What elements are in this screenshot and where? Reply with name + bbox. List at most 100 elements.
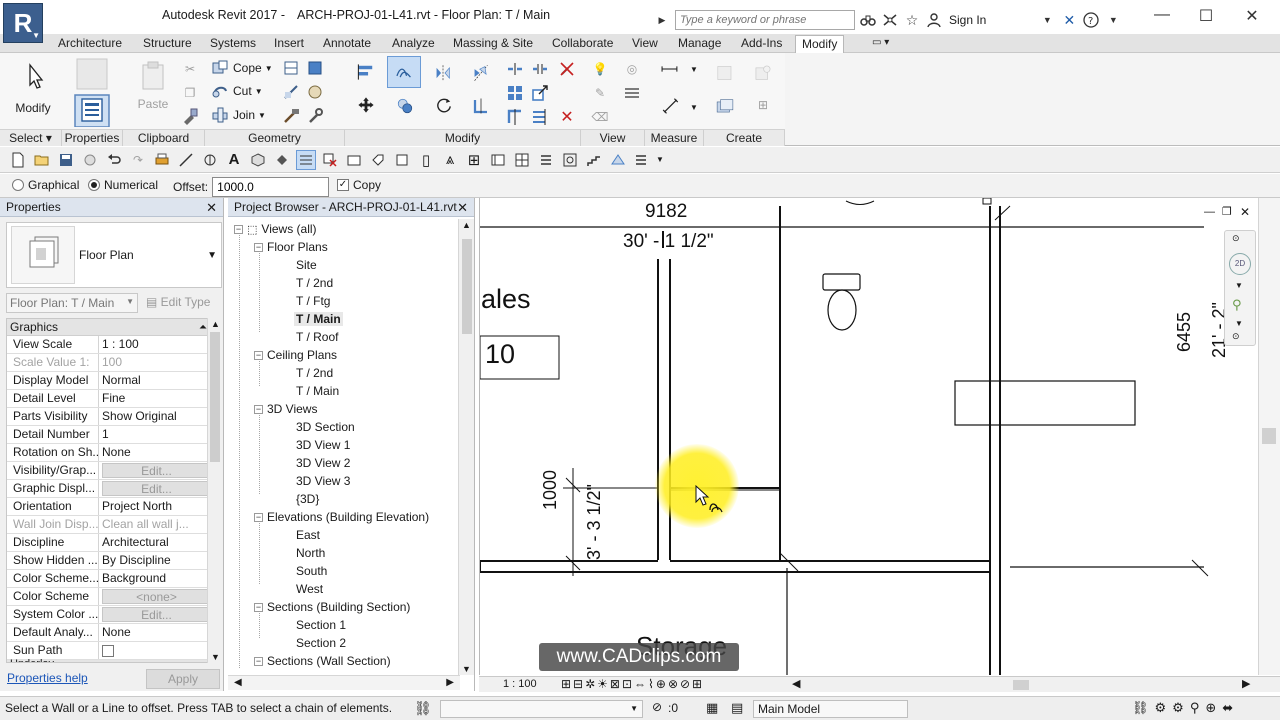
tab-manage[interactable]: Manage <box>672 35 727 53</box>
collapse-toggle-icon[interactable]: − <box>254 512 263 522</box>
scrollbar-thumb[interactable] <box>1262 428 1276 444</box>
text-icon[interactable]: A <box>224 150 244 170</box>
match-type-brush-icon[interactable] <box>180 106 200 126</box>
scroll-left-icon[interactable]: ◀ <box>234 677 242 688</box>
copy-option[interactable]: ✓ Copy <box>337 178 381 192</box>
scroll-up-icon[interactable]: ▲ <box>462 220 471 230</box>
visibility-graphics-edit-button[interactable]: Edit... <box>102 463 208 478</box>
measure-qat-icon[interactable] <box>176 150 196 170</box>
property-row[interactable]: Visibility/Grap... Edit... <box>7 462 211 480</box>
collapse-toggle-icon[interactable]: − <box>254 404 263 414</box>
property-row[interactable]: Wall Join Disp... Clean all wall j... <box>7 516 211 534</box>
property-row[interactable]: Rotation on Sh... None <box>7 444 211 462</box>
collapse-toggle-icon[interactable]: − <box>254 350 263 360</box>
array-icon[interactable] <box>505 83 525 103</box>
property-row[interactable]: Display Model Normal <box>7 372 211 390</box>
copy-checkbox[interactable]: ✓ <box>337 179 349 191</box>
mirror-pick-axis-icon[interactable] <box>428 58 458 88</box>
browser-horizontal-scrollbar[interactable]: ◀ ▶ <box>228 675 460 690</box>
property-value[interactable]: By Discipline <box>99 552 211 569</box>
drawing-area[interactable]: 9182 30' - 1 1/2" ales 10 1000 3' - 3 1/… <box>479 198 1280 675</box>
scrollbar-thumb[interactable] <box>462 239 472 334</box>
linework-icon[interactable] <box>622 83 642 103</box>
demolish-hammer-icon[interactable] <box>281 106 301 126</box>
stairs-icon[interactable] <box>584 150 604 170</box>
sync-central-icon[interactable] <box>80 150 100 170</box>
hide-bulb-icon[interactable]: 💡 <box>590 59 610 79</box>
aligned-dimension-icon[interactable] <box>654 91 688 121</box>
close-hidden-windows-icon[interactable] <box>320 150 340 170</box>
property-value[interactable]: Project North <box>99 498 211 515</box>
eraser-icon[interactable]: ⌫ <box>590 107 610 127</box>
binoculars-icon[interactable] <box>859 11 877 29</box>
modify-tool-button[interactable]: Modify <box>8 61 58 115</box>
floor-plan-drawing[interactable] <box>480 198 1280 675</box>
group-header-underlay[interactable]: Underlay <box>7 659 211 662</box>
collapse-toggle-icon[interactable]: − <box>254 656 263 666</box>
zoom-fit-icon[interactable] <box>560 150 580 170</box>
offset-active-icon[interactable] <box>387 56 421 88</box>
property-row[interactable]: Orientation Project North <box>7 498 211 516</box>
tab-view[interactable]: View <box>626 35 664 53</box>
user-icon[interactable] <box>925 11 943 29</box>
close-icon[interactable]: ✕ <box>1237 6 1267 26</box>
scroll-right-icon[interactable]: ▶ <box>446 677 454 688</box>
view-restore-icon[interactable]: ❐ <box>1222 205 1232 218</box>
tab-collaborate[interactable]: Collaborate <box>546 35 619 53</box>
tree-node-view[interactable]: North <box>296 546 325 560</box>
type-selector[interactable]: Floor Plan ▼ <box>6 222 222 288</box>
expand-arrow-icon[interactable]: ▶ <box>653 11 671 29</box>
close-icon[interactable]: ✕ <box>206 198 217 217</box>
favorites-star-icon[interactable]: ☆ <box>903 11 921 29</box>
view-minimize-icon[interactable]: — <box>1204 206 1215 218</box>
view-scale[interactable]: 1 : 100 <box>503 678 537 690</box>
tab-structure[interactable]: Structure <box>137 35 198 53</box>
sun-path-checkbox[interactable] <box>102 645 114 657</box>
nav-options-icon[interactable]: ⊙ <box>1232 331 1240 342</box>
collapse-toggle-icon[interactable]: − <box>254 242 263 252</box>
paste-button[interactable]: Paste <box>133 59 173 111</box>
worksets-icon[interactable]: ⛓ <box>414 700 432 717</box>
workset-dropdown[interactable]: ▼ <box>440 700 643 718</box>
property-row[interactable]: Graphic Displ... Edit... <box>7 480 211 498</box>
numerical-radio[interactable] <box>88 179 100 191</box>
selection-settings-icons[interactable]: ⛓⚙⚙⚲⊕⬌ <box>1132 700 1239 716</box>
tab-add-ins[interactable]: Add-Ins <box>735 35 788 53</box>
align-icon[interactable] <box>352 58 380 86</box>
chevron-down-icon[interactable]: ▼ <box>690 65 698 74</box>
levels-icon[interactable] <box>536 150 556 170</box>
tab-modify[interactable]: Modify <box>795 35 845 53</box>
tree-node-view[interactable]: T / 2nd <box>296 366 333 380</box>
property-row[interactable]: Parts Visibility Show Original <box>7 408 211 426</box>
measure-distance-icon[interactable] <box>652 59 688 79</box>
chevron-down-icon[interactable]: ▼ <box>1104 11 1122 29</box>
room-name-tag[interactable]: ales <box>481 284 531 315</box>
offset-input[interactable] <box>212 177 330 197</box>
print-icon[interactable] <box>152 150 172 170</box>
property-row[interactable]: Default Analy... None <box>7 624 211 642</box>
scroll-down-icon[interactable]: ▼ <box>211 652 220 662</box>
group-header-graphics[interactable]: Graphics ⏶ <box>7 319 211 336</box>
trim-extend-multiple-icon[interactable] <box>530 107 550 127</box>
tree-node-view[interactable]: South <box>296 564 327 578</box>
browser-scrollbar[interactable]: ▲ ▼ <box>458 219 474 675</box>
delete-icon[interactable]: ✕ <box>557 107 577 127</box>
save-icon[interactable] <box>56 150 76 170</box>
instance-filter-dropdown[interactable]: Floor Plan: T / Main ▼ <box>6 293 138 313</box>
dimension-left-imperial[interactable]: 3' - 3 1/2" <box>584 484 605 560</box>
property-value[interactable]: None <box>99 624 211 641</box>
tab-annotate[interactable]: Annotate <box>317 35 377 53</box>
tree-node-3d-views[interactable]: −3D Views <box>254 402 317 416</box>
close-icon[interactable]: ⊙ <box>1232 233 1240 244</box>
split-with-gap-icon[interactable] <box>530 59 550 79</box>
thin-lines-icon[interactable] <box>296 149 316 170</box>
split-element-icon[interactable] <box>505 59 525 79</box>
create-group-icon[interactable] <box>708 91 742 123</box>
rotate-icon[interactable] <box>430 91 458 119</box>
tree-node-view-active[interactable]: T / Main <box>294 312 343 326</box>
trim-extend-icon[interactable] <box>468 93 494 119</box>
maximize-icon[interactable]: ☐ <box>1191 6 1221 26</box>
property-value[interactable]: Normal <box>99 372 211 389</box>
tab-systems[interactable]: Systems <box>204 35 262 53</box>
scale-icon[interactable] <box>530 83 550 103</box>
